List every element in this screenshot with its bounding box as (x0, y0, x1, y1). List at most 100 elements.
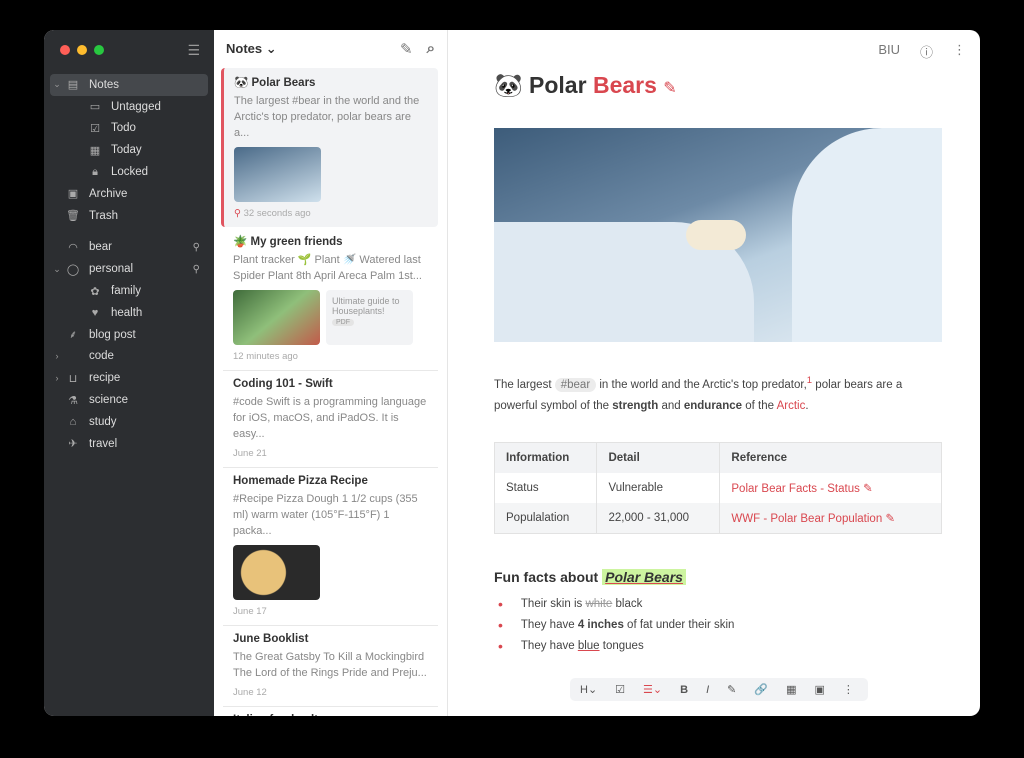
italic-button[interactable]: I (706, 684, 709, 696)
note-title: 🪴 My green friends (233, 236, 343, 248)
chevron-icon[interactable]: ⌄ (50, 79, 64, 90)
note-card[interactable]: 🐼 Polar Bears The largest #bear in the wo… (221, 68, 438, 227)
list-title: Notes (226, 41, 263, 56)
sidebar-item-study[interactable]: ⌂ study (50, 411, 208, 433)
sidebar-item-label: Today (111, 144, 142, 157)
minimize-button[interactable] (77, 45, 87, 55)
info-icon[interactable]: ⓘ (920, 42, 933, 61)
sidebar-item-Trash[interactable]: 🗑︎ Trash (50, 205, 208, 227)
pin-icon: ⚲ (192, 241, 200, 253)
chevron-icon[interactable]: › (50, 351, 64, 361)
inbox-icon: ▭ (89, 101, 101, 114)
tag-bear[interactable]: #bear (554, 377, 597, 392)
notes-dropdown[interactable]: Notes ⌄ (226, 41, 277, 57)
sidebar-item-Untagged[interactable]: ▭ Untagged (50, 96, 208, 118)
cards: 🐼 Polar Bears The largest #bear in the wo… (214, 68, 447, 716)
note-title[interactable]: 🐼 Polar Bears ✎ (494, 72, 677, 99)
checkbox-icon: ☑ (90, 122, 100, 135)
more-icon[interactable]: ⋮ (953, 42, 966, 61)
note-card[interactable]: Italian food cultureThe Mediterranean di… (223, 707, 438, 716)
pdf-attachment[interactable]: Ultimate guide to Houseplants! PDF (326, 290, 413, 345)
sidebar-item-label: Todo (111, 122, 136, 135)
paragraph: The largest #bear in the world and the A… (494, 375, 903, 412)
note-title: Coding 101 - Swift (233, 378, 333, 390)
editor: BIU ⓘ ⋮ 🐼 Polar Bears ✎ The largest #bea… (448, 30, 980, 716)
sidebar-item-Today[interactable]: ▦ Today (50, 139, 208, 161)
note-card[interactable]: June Booklist The Great Gatsby To Kill a … (223, 626, 438, 707)
list-item: They have blue tongues (494, 635, 734, 656)
feather-icon: ⸙ (68, 329, 78, 342)
pin-icon: ⚲ (192, 263, 200, 275)
note-preview: The largest #bear in the world and the A… (234, 95, 420, 139)
sidebar-item-label: recipe (89, 372, 121, 385)
highlight-icon[interactable]: ✎ (727, 683, 736, 696)
sliders-icon[interactable]: ☰ (187, 42, 200, 59)
sidebar-item-label: personal (89, 263, 134, 276)
image-icon[interactable]: ▣ (814, 683, 824, 696)
window-controls (60, 45, 104, 55)
pencil-icon: ✎ (663, 80, 677, 97)
format-button[interactable]: BIU (878, 42, 900, 61)
facts-list: Their skin is white black They have 4 in… (494, 593, 735, 656)
list-icon[interactable]: ☰⌄ (643, 683, 662, 696)
note-date: June 21 (233, 448, 267, 459)
sidebar-item-label: bear (89, 241, 113, 254)
footnote[interactable]: 1 (807, 375, 812, 386)
compose-icon[interactable]: ✎ (400, 40, 413, 58)
arctic-link[interactable]: Arctic (777, 400, 806, 412)
link-icon[interactable]: 🔗 (754, 683, 768, 696)
note-title: Italian food culture (233, 714, 429, 716)
sidebar-item-Locked[interactable]: 🔒︎ Locked (50, 161, 208, 183)
search-icon[interactable]: ⌕ (427, 40, 435, 58)
format-bar: H⌄ ☑ ☰⌄ B I ✎ 🔗 ▦ ▣ ⋮ (570, 678, 868, 701)
editor-toolbar: BIU ⓘ ⋮ (878, 42, 966, 61)
heading-button[interactable]: H⌄ (580, 683, 597, 696)
bold-button[interactable]: B (680, 684, 688, 696)
paw-icon: ✿ (90, 285, 100, 298)
sidebar-item-recipe[interactable]: › ⊔ recipe (50, 367, 208, 389)
reference-link[interactable]: Polar Bear Facts - Status ✎ (719, 472, 942, 503)
chevron-icon[interactable]: › (50, 373, 64, 383)
sidebar-item-family[interactable]: ✿ family (50, 280, 208, 302)
note-icon: ▤ (67, 79, 79, 92)
checkbox-icon[interactable]: ☑ (615, 683, 625, 696)
flask-icon: ⚗ (68, 394, 78, 407)
polar-bear-image[interactable] (494, 128, 942, 342)
zoom-button[interactable] (94, 45, 104, 55)
close-button[interactable] (60, 45, 70, 55)
note-title: 🐼 Polar Bears (234, 77, 316, 89)
heart-icon: ♥ (91, 306, 99, 319)
sidebar-item-Todo[interactable]: ☑ Todo (50, 118, 208, 140)
sidebar-item-bear[interactable]: ◠ bear ⚲ (50, 237, 208, 259)
bear-icon: ◠ (68, 241, 78, 254)
sidebar-item-label: health (111, 306, 143, 319)
note-card[interactable]: Coding 101 - Swift #code Swift is a progr… (223, 371, 438, 468)
sidebar-item-label: blog post (89, 328, 136, 341)
sidebar-item-Notes[interactable]: ⌄ ▤ Notes (50, 74, 208, 96)
note-preview: The Great Gatsby To Kill a Mockingbird T… (233, 651, 427, 679)
table-icon[interactable]: ▦ (786, 683, 796, 696)
more-icon[interactable]: ⋮ (843, 683, 854, 696)
sidebar-item-label: travel (89, 437, 118, 450)
head-icon: ◯ (66, 263, 80, 276)
sidebar-item-travel[interactable]: ✈ travel (50, 433, 208, 455)
sidebar-item-personal[interactable]: ⌄ ◯ personal ⚲ (50, 258, 208, 280)
reference-link[interactable]: WWF - Polar Bear Population ✎ (719, 502, 942, 533)
note-date: June 12 (233, 687, 267, 698)
chevron-icon[interactable]: ⌄ (50, 264, 64, 275)
lock-icon: 🔒︎ (92, 165, 98, 178)
pot-icon: ⊔ (68, 372, 78, 385)
note-list-header: Notes ⌄ ✎ ⌕ (214, 30, 447, 68)
sidebar-item-health[interactable]: ♥ health (50, 302, 208, 324)
note-date: 12 minutes ago (233, 351, 298, 362)
section-heading: Fun facts about Polar Bears (494, 569, 686, 585)
sidebar-item-Archive[interactable]: ▣ Archive (50, 183, 208, 205)
sidebar-item-science[interactable]: ⚗ science (50, 389, 208, 411)
note-card[interactable]: 🪴 My green friends Plant tracker 🌱 Plant … (223, 227, 438, 371)
note-card[interactable]: Homemade Pizza Recipe #Recipe Pizza Dough… (223, 468, 438, 626)
sidebar-item-code[interactable]: › code (50, 346, 208, 368)
sidebar-nav: ⌄ ▤ Notes ▭ Untagged ☑ Todo ▦ Today 🔒︎ Locked ▣ Arch… (50, 74, 208, 455)
sidebar-item-label: family (111, 285, 142, 298)
sidebar-item-blog-post[interactable]: ⸙ blog post (50, 324, 208, 346)
sidebar-item-label: code (89, 350, 114, 363)
